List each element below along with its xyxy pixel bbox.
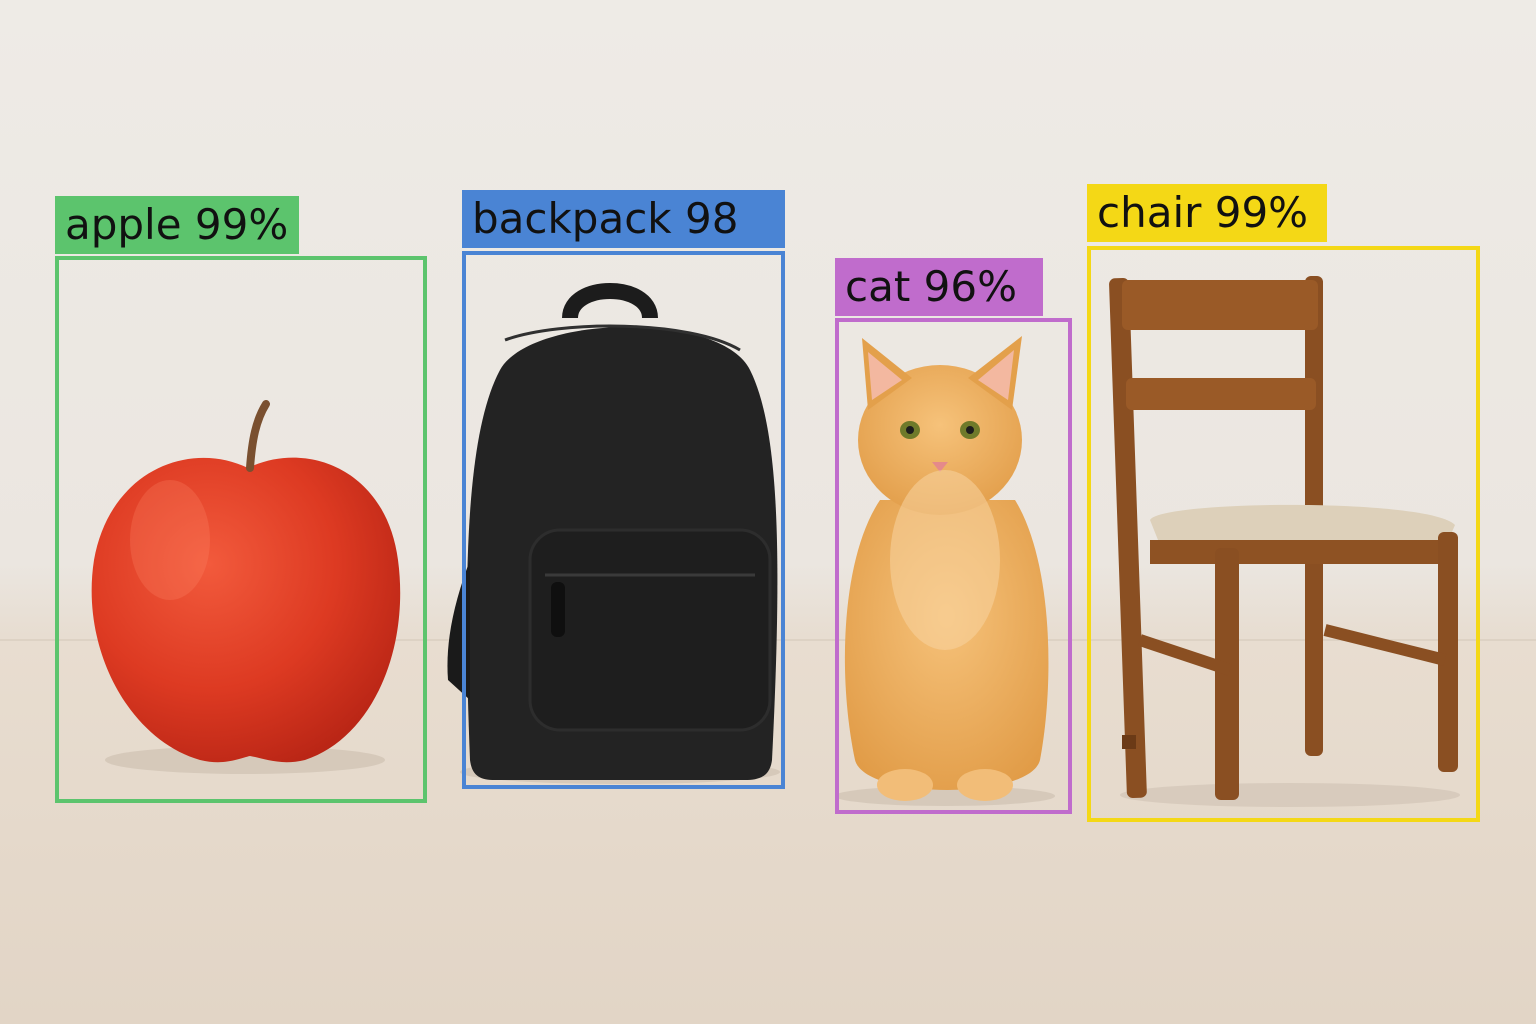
cat-bounding-box	[835, 318, 1072, 814]
backpack-bounding-box	[462, 251, 785, 789]
backpack-label: backpack 98	[462, 190, 785, 248]
chair-bounding-box	[1087, 246, 1480, 822]
cat-label: cat 96%	[835, 258, 1043, 316]
apple-bounding-box	[55, 256, 427, 803]
detection-scene: apple 99% backpack 98 cat 96% chair 99%	[0, 0, 1536, 1024]
apple-label: apple 99%	[55, 196, 299, 254]
chair-label: chair 99%	[1087, 184, 1327, 242]
